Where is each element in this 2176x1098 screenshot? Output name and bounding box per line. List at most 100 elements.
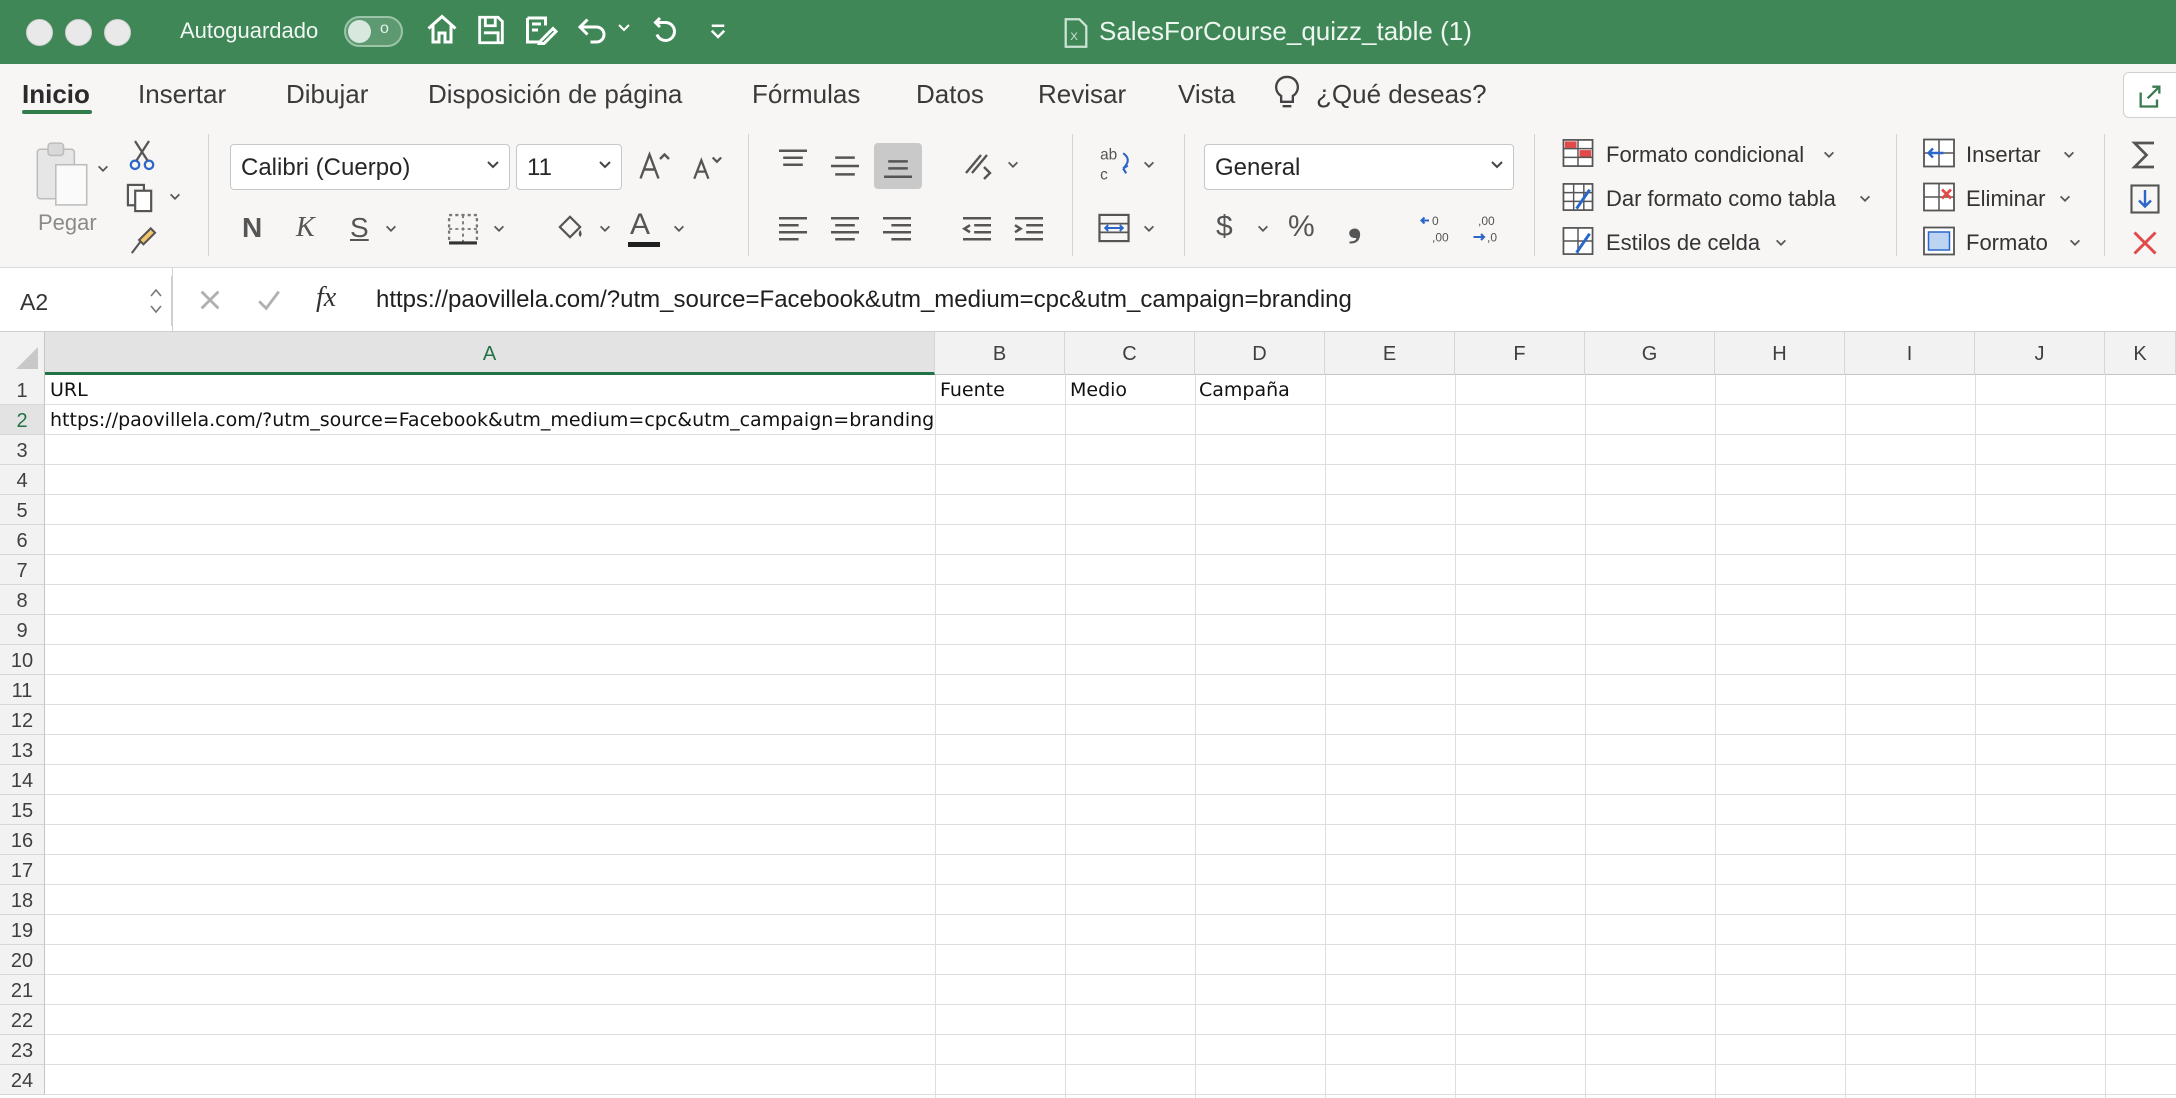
cell-styles-chevron-icon[interactable]: [1774, 236, 1788, 250]
tab-vista[interactable]: Vista: [1178, 79, 1235, 110]
row-header-3[interactable]: 3: [0, 435, 45, 465]
underline-options-chevron-icon[interactable]: [384, 222, 398, 236]
row-header-20[interactable]: 20: [0, 945, 45, 975]
customize-toolbar-icon[interactable]: [708, 22, 728, 42]
tab-dibujar[interactable]: Dibujar: [286, 79, 368, 110]
format-as-table-chevron-icon[interactable]: [1858, 192, 1872, 206]
conditional-formatting-button[interactable]: Formato condicional: [1606, 142, 1804, 168]
format-painter-icon[interactable]: [126, 224, 158, 256]
column-header-g[interactable]: G: [1585, 332, 1715, 375]
row-header-6[interactable]: 6: [0, 525, 45, 555]
row-header-15[interactable]: 15: [0, 795, 45, 825]
format-cells-button[interactable]: Formato: [1966, 230, 2048, 256]
conditional-formatting-chevron-icon[interactable]: [1822, 148, 1836, 162]
insert-cells-chevron-icon[interactable]: [2062, 148, 2076, 162]
format-as-table-button[interactable]: Dar formato como tabla: [1606, 186, 1836, 212]
autosum-icon[interactable]: [2130, 138, 2160, 172]
format-cells-chevron-icon[interactable]: [2068, 236, 2082, 250]
edit-icon[interactable]: [522, 12, 560, 48]
row-header-8[interactable]: 8: [0, 585, 45, 615]
tab-inicio[interactable]: Inicio: [22, 79, 90, 110]
row-header-12[interactable]: 12: [0, 705, 45, 735]
align-left-icon[interactable]: [776, 214, 810, 242]
delete-cells-icon[interactable]: [1922, 182, 1956, 212]
zoom-window-button[interactable]: [104, 19, 131, 46]
redo-icon[interactable]: [648, 12, 684, 48]
row-header-18[interactable]: 18: [0, 885, 45, 915]
row-header-2[interactable]: 2: [0, 405, 45, 435]
align-right-icon[interactable]: [880, 214, 914, 242]
number-format-select[interactable]: General: [1204, 144, 1514, 190]
decrease-indent-icon[interactable]: [960, 214, 994, 242]
column-header-f[interactable]: F: [1455, 332, 1585, 375]
cancel-entry-icon[interactable]: [196, 286, 224, 314]
borders-chevron-icon[interactable]: [492, 222, 506, 236]
font-color-button[interactable]: A: [630, 208, 650, 242]
home-icon[interactable]: [424, 12, 460, 48]
cell-a1[interactable]: URL: [50, 379, 88, 401]
tab-datos[interactable]: Datos: [916, 79, 984, 110]
save-icon[interactable]: [474, 12, 508, 48]
column-header-d[interactable]: D: [1195, 332, 1325, 375]
decrease-decimal-icon[interactable]: ,00,0: [1472, 210, 1508, 246]
cut-icon[interactable]: [128, 138, 156, 172]
minimize-window-button[interactable]: [65, 19, 92, 46]
delete-cells-button[interactable]: Eliminar: [1966, 186, 2045, 212]
select-all-corner[interactable]: [0, 332, 45, 375]
increase-font-size-icon[interactable]: [636, 146, 672, 184]
orientation-chevron-icon[interactable]: [1006, 158, 1020, 172]
borders-icon[interactable]: [446, 212, 480, 246]
row-header-14[interactable]: 14: [0, 765, 45, 795]
cell-d1[interactable]: Campaña: [1199, 379, 1290, 401]
row-header-16[interactable]: 16: [0, 825, 45, 855]
font-color-chevron-icon[interactable]: [672, 222, 686, 236]
row-header-21[interactable]: 21: [0, 975, 45, 1005]
tab-disposicion-de-pagina[interactable]: Disposición de página: [428, 79, 682, 110]
undo-icon[interactable]: [574, 12, 610, 48]
underline-button[interactable]: S: [350, 212, 369, 244]
align-bottom-button[interactable]: [874, 143, 922, 189]
column-header-a[interactable]: A: [45, 332, 935, 375]
name-box[interactable]: A2: [0, 276, 172, 326]
merge-chevron-icon[interactable]: [1142, 222, 1156, 236]
format-cells-icon[interactable]: [1922, 226, 1956, 256]
cell-styles-button[interactable]: Estilos de celda: [1606, 230, 1760, 256]
column-header-j[interactable]: J: [1975, 332, 2105, 375]
percent-format-button[interactable]: %: [1288, 210, 1315, 244]
delete-cells-chevron-icon[interactable]: [2058, 192, 2072, 206]
merge-center-icon[interactable]: [1096, 212, 1132, 244]
row-header-7[interactable]: 7: [0, 555, 45, 585]
cell-c1[interactable]: Medio: [1070, 379, 1127, 401]
row-header-19[interactable]: 19: [0, 915, 45, 945]
row-header-9[interactable]: 9: [0, 615, 45, 645]
increase-indent-icon[interactable]: [1012, 214, 1046, 242]
font-size-select[interactable]: 11: [516, 144, 622, 190]
align-center-icon[interactable]: [828, 214, 862, 242]
row-header-10[interactable]: 10: [0, 645, 45, 675]
comma-style-button[interactable]: ❟: [1348, 206, 1361, 245]
undo-dropdown-chevron-icon[interactable]: [616, 20, 632, 36]
insert-cells-icon[interactable]: [1922, 138, 1956, 168]
format-as-table-icon[interactable]: [1562, 182, 1594, 212]
clear-icon[interactable]: [2130, 228, 2160, 258]
column-header-h[interactable]: H: [1715, 332, 1845, 375]
tab-formulas[interactable]: Fórmulas: [752, 79, 860, 110]
copy-options-chevron-icon[interactable]: [168, 190, 182, 204]
align-middle-icon[interactable]: [828, 152, 862, 180]
tab-revisar[interactable]: Revisar: [1038, 79, 1126, 110]
confirm-entry-icon[interactable]: [254, 286, 284, 314]
fill-color-chevron-icon[interactable]: [598, 222, 612, 236]
currency-chevron-icon[interactable]: [1256, 222, 1270, 236]
decrease-font-size-icon[interactable]: [690, 148, 724, 184]
row-header-17[interactable]: 17: [0, 855, 45, 885]
row-header-22[interactable]: 22: [0, 1005, 45, 1035]
insert-function-button[interactable]: fx: [316, 282, 336, 314]
column-header-k[interactable]: K: [2105, 332, 2176, 375]
font-name-select[interactable]: Calibri (Cuerpo): [230, 144, 510, 190]
tell-me-search[interactable]: ¿Qué deseas?: [1316, 79, 1487, 110]
autosave-toggle[interactable]: o: [344, 16, 403, 47]
fill-down-icon[interactable]: [2130, 184, 2160, 214]
row-header-1[interactable]: 1: [0, 375, 45, 405]
cell-b1[interactable]: Fuente: [940, 379, 1005, 401]
close-window-button[interactable]: [26, 19, 53, 46]
